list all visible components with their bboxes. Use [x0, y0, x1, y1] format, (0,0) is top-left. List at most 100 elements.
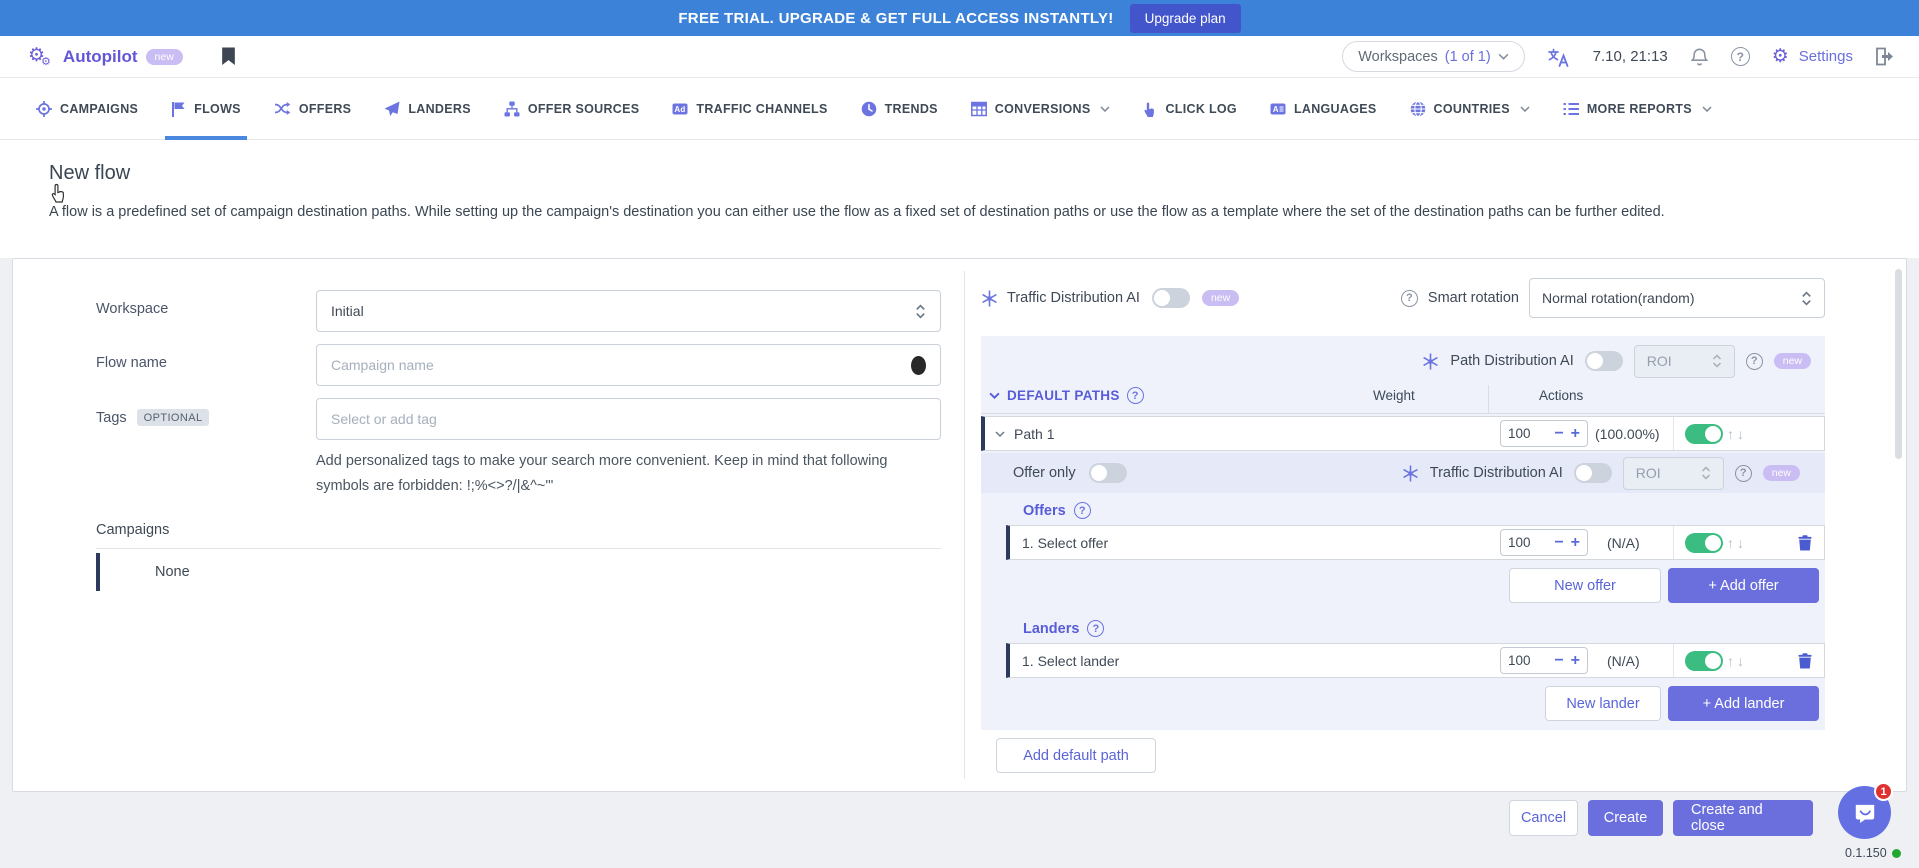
nav-item-flows[interactable]: FLOWS: [171, 78, 241, 140]
autopilot-logo[interactable]: ⚙⚙ Autopilot new: [28, 47, 183, 67]
traffic-ai-toggle[interactable]: [1152, 288, 1190, 308]
row-divider: [1673, 644, 1674, 677]
help-icon[interactable]: ?: [1074, 502, 1091, 519]
offer-enabled-toggle[interactable]: [1685, 533, 1723, 553]
upgrade-plan-button[interactable]: Upgrade plan: [1130, 4, 1241, 33]
move-up-button[interactable]: ↑: [1727, 653, 1734, 669]
nav-item-landers[interactable]: LANDERS: [384, 78, 471, 140]
page-description: A flow is a predefined set of campaign d…: [49, 200, 1869, 225]
nav-label: MORE REPORTS: [1587, 102, 1692, 116]
new-offer-button[interactable]: New offer: [1509, 568, 1661, 603]
bell-icon[interactable]: [1690, 47, 1709, 67]
nav-item-languages[interactable]: A LANGUAGES: [1270, 78, 1377, 140]
path-row[interactable]: Path 1 100 − + (100.00%) ↑ ↓: [981, 416, 1825, 451]
lander-enabled-toggle[interactable]: [1685, 651, 1723, 671]
plus-button[interactable]: +: [1571, 535, 1580, 551]
ad-icon-text: Ad: [675, 105, 686, 114]
gears-icon: ⚙⚙: [28, 46, 55, 65]
version-number: 0.1.150: [1845, 846, 1887, 860]
weight-value[interactable]: 100: [1508, 426, 1547, 441]
main-nav: CAMPAIGNS FLOWS OFFERS LANDERS OFFER SOU…: [0, 78, 1919, 140]
nav-item-trends[interactable]: TRENDS: [861, 78, 938, 140]
delete-icon[interactable]: [1798, 653, 1812, 669]
scrollbar[interactable]: [1895, 269, 1902, 459]
path-ai-toggle[interactable]: [1585, 351, 1623, 371]
weight-value[interactable]: 100: [1508, 653, 1547, 668]
logout-icon[interactable]: [1875, 47, 1895, 66]
offer-only-toggle[interactable]: [1089, 463, 1127, 483]
plus-button[interactable]: +: [1571, 653, 1580, 669]
nav-item-offers[interactable]: OFFERS: [274, 78, 352, 140]
flow-name-field: [316, 344, 941, 386]
minus-button[interactable]: −: [1554, 535, 1563, 551]
path-name: Path 1: [1014, 426, 1054, 442]
workspace-select[interactable]: Initial: [316, 290, 941, 332]
tags-input[interactable]: [331, 411, 926, 427]
smart-rotation-group: ? Smart rotation Normal rotation(random): [1401, 278, 1825, 318]
chat-widget-button[interactable]: 1: [1838, 786, 1891, 839]
help-icon[interactable]: ?: [1735, 465, 1752, 482]
roi-value: ROI: [1647, 353, 1672, 369]
lander-row[interactable]: 1. Select lander 100 − + (N/A) ↑ ↓: [1006, 643, 1825, 678]
offer-buttons-row: New offer + Add offer: [981, 568, 1825, 603]
help-icon[interactable]: ?: [1087, 620, 1104, 637]
bookmark-icon[interactable]: [221, 47, 236, 66]
campaigns-value: None: [155, 564, 190, 580]
help-icon[interactable]: ?: [1401, 290, 1418, 307]
settings-link[interactable]: Settings: [1799, 48, 1853, 65]
default-paths-heading[interactable]: DEFAULT PATHS ?: [989, 387, 1144, 404]
nav-item-traffic-channels[interactable]: Ad TRAFFIC CHANNELS: [672, 78, 827, 140]
path-ai-row: Path Distribution AI ROI ? new: [981, 336, 1825, 380]
flow-name-input[interactable]: [331, 357, 911, 373]
flow-form-card: Workspace Initial Flow name Tags OPTIONA…: [12, 258, 1907, 792]
smart-rotation-select[interactable]: Normal rotation(random): [1529, 278, 1825, 318]
cancel-button[interactable]: Cancel: [1509, 800, 1578, 836]
new-lander-button[interactable]: New lander: [1545, 686, 1661, 721]
nav-item-offer-sources[interactable]: OFFER SOURCES: [504, 78, 640, 140]
nav-item-click-log[interactable]: CLICK LOG: [1143, 78, 1236, 140]
new-badge: new: [1202, 290, 1239, 306]
weight-percent: (N/A): [1607, 653, 1640, 669]
help-icon[interactable]: ?: [1731, 47, 1750, 66]
lander-buttons-row: New lander + Add lander: [981, 686, 1825, 721]
row-ai-toggle[interactable]: [1574, 463, 1612, 483]
plus-button[interactable]: +: [1571, 426, 1580, 442]
sitemap-icon: [504, 101, 520, 117]
minus-button[interactable]: −: [1554, 426, 1563, 442]
offer-row[interactable]: 1. Select offer 100 − + (N/A) ↑ ↓: [1006, 525, 1825, 560]
nav-item-campaigns[interactable]: CAMPAIGNS: [36, 78, 138, 140]
move-down-button[interactable]: ↓: [1737, 535, 1744, 551]
path-enabled-toggle[interactable]: [1685, 424, 1723, 444]
app-name: Autopilot: [63, 47, 138, 67]
nav-item-more-reports[interactable]: MORE REPORTS: [1563, 78, 1712, 140]
gear-icon[interactable]: ⚙: [1772, 47, 1789, 66]
nav-item-countries[interactable]: COUNTRIES: [1410, 78, 1530, 140]
move-up-button[interactable]: ↑: [1727, 535, 1734, 551]
version-info: 0.1.150: [1845, 846, 1901, 860]
minus-button[interactable]: −: [1554, 653, 1563, 669]
workspaces-selector[interactable]: Workspaces (1 of 1): [1342, 41, 1524, 72]
weight-stepper: 100 − +: [1500, 420, 1588, 447]
move-up-button[interactable]: ↑: [1727, 426, 1734, 442]
help-icon[interactable]: ?: [1746, 353, 1763, 370]
add-offer-button[interactable]: + Add offer: [1668, 568, 1819, 603]
nav-item-conversions[interactable]: CONVERSIONS: [971, 78, 1111, 140]
row-ai-roi-select[interactable]: ROI: [1623, 457, 1724, 490]
translate-icon[interactable]: [1547, 47, 1571, 67]
move-down-button[interactable]: ↓: [1737, 653, 1744, 669]
nav-label: OFFER SOURCES: [528, 102, 640, 116]
add-default-path-button[interactable]: Add default path: [996, 738, 1156, 773]
weight-value[interactable]: 100: [1508, 535, 1547, 550]
clock-icon: [861, 101, 877, 117]
move-down-button[interactable]: ↓: [1737, 426, 1744, 442]
weight-percent: (N/A): [1607, 535, 1640, 551]
table-icon: [971, 101, 987, 117]
path-ai-roi-select[interactable]: ROI: [1634, 345, 1735, 378]
tags-label-row: Tags OPTIONAL: [96, 409, 209, 426]
add-lander-button[interactable]: + Add lander: [1668, 686, 1819, 721]
help-icon[interactable]: ?: [1127, 387, 1144, 404]
create-button[interactable]: Create: [1588, 800, 1663, 836]
create-and-close-button[interactable]: Create and close: [1673, 800, 1813, 836]
delete-icon[interactable]: [1798, 535, 1812, 551]
reorder-arrows: ↑ ↓: [1727, 426, 1744, 442]
